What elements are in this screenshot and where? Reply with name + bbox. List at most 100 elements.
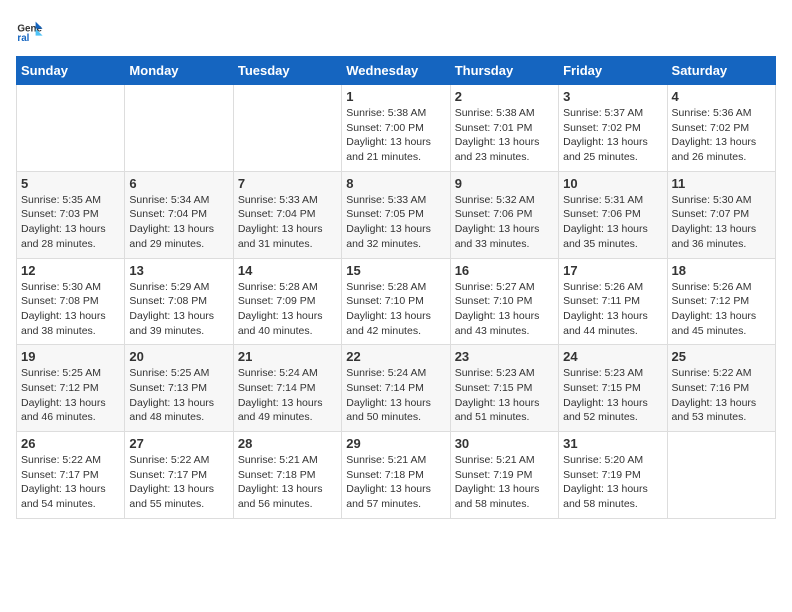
svg-text:ral: ral	[17, 33, 29, 44]
calendar-cell: 31 Sunrise: 5:20 AM Sunset: 7:19 PM Dayli…	[559, 432, 667, 519]
calendar-cell: 22 Sunrise: 5:24 AM Sunset: 7:14 PM Dayli…	[342, 345, 450, 432]
cell-sun-info: Sunrise: 5:33 AM Sunset: 7:05 PM Dayligh…	[346, 193, 445, 252]
day-number: 11	[672, 176, 771, 191]
week-row-3: 12Sunrise: 5:30 AM Sunset: 7:08 PM Dayli…	[17, 258, 776, 345]
cell-sun-info: Sunrise: 5:30 AM Sunset: 7:07 PM Dayligh…	[672, 193, 771, 252]
cell-sun-info: Sunrise: 5:38 AM Sunset: 7:01 PM Dayligh…	[455, 106, 554, 165]
calendar-cell: 9 Sunrise: 5:32 AM Sunset: 7:06 PM Daylig…	[450, 171, 558, 258]
cell-sun-info: Sunrise: 5:25 AM Sunset: 7:12 PM Dayligh…	[21, 366, 120, 425]
calendar-cell: 21 Sunrise: 5:24 AM Sunset: 7:14 PM Dayli…	[233, 345, 341, 432]
day-number: 30	[455, 436, 554, 451]
calendar-table: SundayMondayTuesdayWednesdayThursdayFrid…	[16, 56, 776, 519]
cell-sun-info: Sunrise: 5:26 AM Sunset: 7:11 PM Dayligh…	[563, 280, 662, 339]
day-number: 27	[129, 436, 228, 451]
day-number: 28	[238, 436, 337, 451]
day-number: 20	[129, 349, 228, 364]
calendar-cell: 25 Sunrise: 5:22 AM Sunset: 7:16 PM Dayli…	[667, 345, 775, 432]
cell-sun-info: Sunrise: 5:29 AM Sunset: 7:08 PM Dayligh…	[129, 280, 228, 339]
calendar-cell: 1Sunrise: 5:38 AM Sunset: 7:00 PM Daylig…	[342, 85, 450, 172]
weekday-header-saturday: Saturday	[667, 57, 775, 85]
calendar-cell: 17Sunrise: 5:26 AM Sunset: 7:11 PM Dayli…	[559, 258, 667, 345]
calendar-cell: 28Sunrise: 5:21 AM Sunset: 7:18 PM Dayli…	[233, 432, 341, 519]
logo-icon: Gene ral	[16, 16, 44, 44]
weekday-header-wednesday: Wednesday	[342, 57, 450, 85]
day-number: 23	[455, 349, 554, 364]
cell-sun-info: Sunrise: 5:23 AM Sunset: 7:15 PM Dayligh…	[563, 366, 662, 425]
cell-sun-info: Sunrise: 5:22 AM Sunset: 7:17 PM Dayligh…	[21, 453, 120, 512]
calendar-cell: 12Sunrise: 5:30 AM Sunset: 7:08 PM Dayli…	[17, 258, 125, 345]
day-number: 3	[563, 89, 662, 104]
calendar-cell: 2 Sunrise: 5:38 AM Sunset: 7:01 PM Daylig…	[450, 85, 558, 172]
calendar-cell: 4 Sunrise: 5:36 AM Sunset: 7:02 PM Daylig…	[667, 85, 775, 172]
day-number: 22	[346, 349, 445, 364]
calendar-cell: 14 Sunrise: 5:28 AM Sunset: 7:09 PM Dayli…	[233, 258, 341, 345]
cell-sun-info: Sunrise: 5:34 AM Sunset: 7:04 PM Dayligh…	[129, 193, 228, 252]
cell-sun-info: Sunrise: 5:38 AM Sunset: 7:00 PM Dayligh…	[346, 106, 445, 165]
calendar-cell	[125, 85, 233, 172]
day-number: 21	[238, 349, 337, 364]
weekday-header-sunday: Sunday	[17, 57, 125, 85]
calendar-cell: 26 Sunrise: 5:22 AM Sunset: 7:17 PM Dayli…	[17, 432, 125, 519]
cell-sun-info: Sunrise: 5:24 AM Sunset: 7:14 PM Dayligh…	[346, 366, 445, 425]
day-number: 10	[563, 176, 662, 191]
calendar-cell: 24 Sunrise: 5:23 AM Sunset: 7:15 PM Dayli…	[559, 345, 667, 432]
weekday-header-tuesday: Tuesday	[233, 57, 341, 85]
cell-sun-info: Sunrise: 5:30 AM Sunset: 7:08 PM Dayligh…	[21, 280, 120, 339]
calendar-cell: 11 Sunrise: 5:30 AM Sunset: 7:07 PM Dayli…	[667, 171, 775, 258]
calendar-cell: 16 Sunrise: 5:27 AM Sunset: 7:10 PM Dayli…	[450, 258, 558, 345]
calendar-cell: 27 Sunrise: 5:22 AM Sunset: 7:17 PM Dayli…	[125, 432, 233, 519]
day-number: 4	[672, 89, 771, 104]
day-number: 16	[455, 263, 554, 278]
day-number: 14	[238, 263, 337, 278]
calendar-cell: 13Sunrise: 5:29 AM Sunset: 7:08 PM Dayli…	[125, 258, 233, 345]
calendar-cell: 8Sunrise: 5:33 AM Sunset: 7:05 PM Daylig…	[342, 171, 450, 258]
day-number: 29	[346, 436, 445, 451]
calendar-cell: 18Sunrise: 5:26 AM Sunset: 7:12 PM Dayli…	[667, 258, 775, 345]
day-number: 31	[563, 436, 662, 451]
weekday-header-row: SundayMondayTuesdayWednesdayThursdayFrid…	[17, 57, 776, 85]
calendar-cell: 15Sunrise: 5:28 AM Sunset: 7:10 PM Dayli…	[342, 258, 450, 345]
weekday-header-thursday: Thursday	[450, 57, 558, 85]
cell-sun-info: Sunrise: 5:24 AM Sunset: 7:14 PM Dayligh…	[238, 366, 337, 425]
calendar-cell	[667, 432, 775, 519]
week-row-1: 1Sunrise: 5:38 AM Sunset: 7:00 PM Daylig…	[17, 85, 776, 172]
calendar-cell: 5 Sunrise: 5:35 AM Sunset: 7:03 PM Daylig…	[17, 171, 125, 258]
day-number: 25	[672, 349, 771, 364]
cell-sun-info: Sunrise: 5:21 AM Sunset: 7:19 PM Dayligh…	[455, 453, 554, 512]
calendar-cell: 6 Sunrise: 5:34 AM Sunset: 7:04 PM Daylig…	[125, 171, 233, 258]
cell-sun-info: Sunrise: 5:27 AM Sunset: 7:10 PM Dayligh…	[455, 280, 554, 339]
cell-sun-info: Sunrise: 5:22 AM Sunset: 7:16 PM Dayligh…	[672, 366, 771, 425]
weekday-header-monday: Monday	[125, 57, 233, 85]
cell-sun-info: Sunrise: 5:31 AM Sunset: 7:06 PM Dayligh…	[563, 193, 662, 252]
cell-sun-info: Sunrise: 5:23 AM Sunset: 7:15 PM Dayligh…	[455, 366, 554, 425]
calendar-cell: 20 Sunrise: 5:25 AM Sunset: 7:13 PM Dayli…	[125, 345, 233, 432]
calendar-cell: 30 Sunrise: 5:21 AM Sunset: 7:19 PM Dayli…	[450, 432, 558, 519]
weekday-header-friday: Friday	[559, 57, 667, 85]
day-number: 9	[455, 176, 554, 191]
cell-sun-info: Sunrise: 5:20 AM Sunset: 7:19 PM Dayligh…	[563, 453, 662, 512]
calendar-cell: 7 Sunrise: 5:33 AM Sunset: 7:04 PM Daylig…	[233, 171, 341, 258]
week-row-4: 19 Sunrise: 5:25 AM Sunset: 7:12 PM Dayli…	[17, 345, 776, 432]
cell-sun-info: Sunrise: 5:28 AM Sunset: 7:09 PM Dayligh…	[238, 280, 337, 339]
cell-sun-info: Sunrise: 5:36 AM Sunset: 7:02 PM Dayligh…	[672, 106, 771, 165]
logo: Gene ral	[16, 16, 48, 44]
day-number: 2	[455, 89, 554, 104]
day-number: 15	[346, 263, 445, 278]
cell-sun-info: Sunrise: 5:21 AM Sunset: 7:18 PM Dayligh…	[346, 453, 445, 512]
day-number: 7	[238, 176, 337, 191]
day-number: 19	[21, 349, 120, 364]
calendar-cell: 10 Sunrise: 5:31 AM Sunset: 7:06 PM Dayli…	[559, 171, 667, 258]
page-header: Gene ral	[16, 16, 776, 44]
cell-sun-info: Sunrise: 5:22 AM Sunset: 7:17 PM Dayligh…	[129, 453, 228, 512]
cell-sun-info: Sunrise: 5:25 AM Sunset: 7:13 PM Dayligh…	[129, 366, 228, 425]
day-number: 6	[129, 176, 228, 191]
day-number: 5	[21, 176, 120, 191]
cell-sun-info: Sunrise: 5:35 AM Sunset: 7:03 PM Dayligh…	[21, 193, 120, 252]
week-row-5: 26 Sunrise: 5:22 AM Sunset: 7:17 PM Dayli…	[17, 432, 776, 519]
day-number: 26	[21, 436, 120, 451]
cell-sun-info: Sunrise: 5:33 AM Sunset: 7:04 PM Dayligh…	[238, 193, 337, 252]
day-number: 24	[563, 349, 662, 364]
calendar-cell: 19 Sunrise: 5:25 AM Sunset: 7:12 PM Dayli…	[17, 345, 125, 432]
cell-sun-info: Sunrise: 5:32 AM Sunset: 7:06 PM Dayligh…	[455, 193, 554, 252]
calendar-cell: 23 Sunrise: 5:23 AM Sunset: 7:15 PM Dayli…	[450, 345, 558, 432]
